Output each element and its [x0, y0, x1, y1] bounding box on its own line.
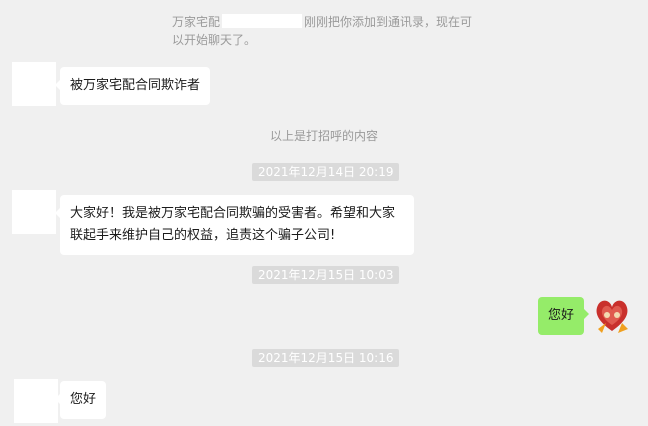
timestamp: 2021年12月14日 20:19	[252, 163, 400, 181]
greeting-notice: 以上是打招呼的内容	[269, 129, 378, 143]
system-message: 万家宅配 刚刚把你添加到通讯录，现在可以开始聊天了。	[172, 13, 482, 49]
contact-avatar[interactable]	[12, 190, 56, 234]
timestamp: 2021年12月15日 10:16	[252, 349, 400, 367]
heart-couple-avatar-icon[interactable]	[592, 295, 632, 335]
contact-avatar[interactable]	[14, 379, 58, 423]
timestamp: 2021年12月15日 10:03	[252, 266, 400, 284]
redacted-name	[222, 14, 303, 28]
message-bubble-incoming[interactable]: 被万家宅配合同欺诈者	[54, 67, 211, 105]
contact-avatar[interactable]	[12, 62, 56, 106]
chat-window: 万家宅配 刚刚把你添加到通讯录，现在可以开始聊天了。 被万家宅配合同欺诈者 以上是…	[0, 0, 648, 426]
system-message-prefix: 万家宅配	[172, 15, 221, 29]
message-bubble-incoming[interactable]: 大家好！我是被万家宅配合同欺骗的受害者。希望和大家联起手来维护自己的权益，追责这…	[55, 195, 414, 255]
message-bubble-outgoing[interactable]: 您好	[538, 297, 590, 335]
message-bubble-incoming[interactable]: 您好	[54, 381, 107, 419]
